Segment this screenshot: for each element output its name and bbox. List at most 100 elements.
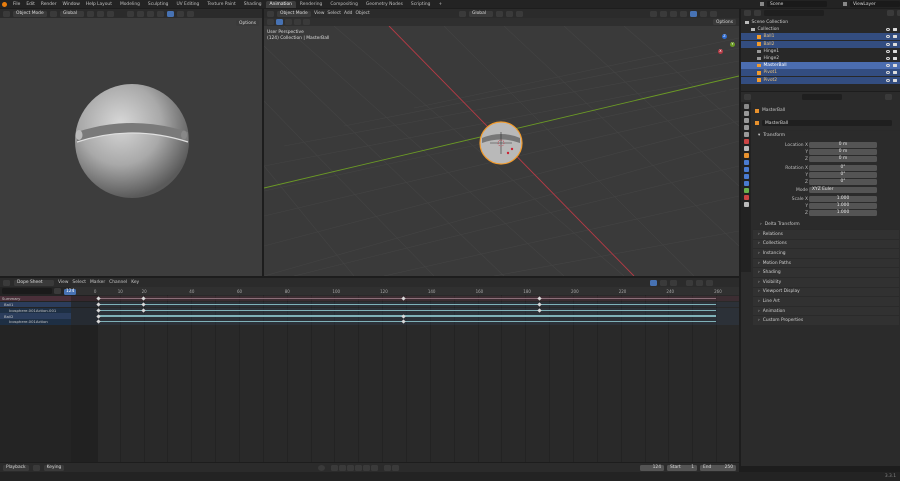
left-orientation-dropdown[interactable]: Global <box>60 10 84 17</box>
snapping-icon[interactable] <box>686 279 693 286</box>
scale-y-field[interactable]: 1.000 <box>809 203 877 209</box>
keying-menu[interactable]: Keying <box>43 464 65 471</box>
eye-icon[interactable] <box>886 71 890 75</box>
outliner-item[interactable]: Hinge2 <box>741 55 900 62</box>
tab-modeling[interactable]: Modeling <box>116 1 144 8</box>
camera-icon[interactable] <box>893 28 897 32</box>
channel-row[interactable]: Ball1 <box>0 301 71 308</box>
outliner-item[interactable]: Pivot1 <box>741 69 900 77</box>
xray-icon[interactable] <box>157 10 164 17</box>
snap-icon[interactable] <box>506 10 513 17</box>
channel-row[interactable]: Icosphere.001Action.001 <box>0 307 71 313</box>
left-mode-dropdown[interactable]: Object Mode <box>13 10 47 17</box>
properties-panel-header[interactable]: › Motion Paths <box>753 257 899 268</box>
outliner-item[interactable]: Scene Collection <box>741 19 900 26</box>
gizmo-toggle-icon[interactable] <box>660 10 667 17</box>
menu-view[interactable]: View <box>58 280 68 285</box>
camera-icon[interactable] <box>893 57 897 60</box>
overlay-toggle-icon[interactable] <box>147 10 154 17</box>
eye-icon[interactable] <box>886 49 890 53</box>
keyframe[interactable] <box>537 302 542 307</box>
visibility-icon[interactable] <box>650 10 657 17</box>
outliner-item[interactable]: Ball2 <box>741 40 900 48</box>
camera-view-icon[interactable] <box>725 90 732 96</box>
menu-object[interactable]: Object <box>355 11 369 16</box>
keyframe[interactable] <box>401 319 406 324</box>
tab-shading[interactable]: Shading <box>240 1 266 8</box>
menu-channel[interactable]: Channel <box>109 280 127 285</box>
menu-select[interactable]: Select <box>72 280 86 285</box>
properties-panel-header[interactable]: › Instancing <box>753 248 899 258</box>
rotation-x-field[interactable]: 0° <box>809 165 877 171</box>
output-tab-icon[interactable] <box>743 118 749 123</box>
tab-geometry-nodes[interactable]: Geometry Nodes <box>362 1 407 8</box>
keyframe[interactable] <box>401 296 406 301</box>
eye-icon[interactable] <box>886 57 890 60</box>
tab-scripting[interactable]: Scripting <box>407 1 435 8</box>
play-reverse-icon[interactable] <box>347 464 354 471</box>
tab-layout[interactable]: Layout <box>93 1 116 8</box>
eye-icon[interactable] <box>886 35 890 39</box>
camera-icon[interactable] <box>893 49 897 53</box>
next-keyframe-icon[interactable] <box>363 464 370 471</box>
proportional-icon[interactable] <box>696 279 703 286</box>
auto-keying-icon[interactable] <box>32 464 40 471</box>
clock-icon[interactable] <box>392 464 399 471</box>
display-mode-icon[interactable] <box>754 10 761 16</box>
filter-icon[interactable] <box>887 10 894 16</box>
location-y-field[interactable]: 0 m <box>809 149 877 155</box>
orientation-icon[interactable] <box>50 10 57 17</box>
outliner-item[interactable]: Hinge1 <box>741 48 900 55</box>
current-frame-indicator[interactable]: 124 <box>64 288 77 295</box>
channel-row[interactable]: Summary <box>0 296 71 302</box>
tab-rendering[interactable]: Rendering <box>296 1 326 8</box>
menu-select[interactable]: Select <box>327 11 341 16</box>
add-workspace-button[interactable]: + <box>434 1 446 8</box>
outliner-search-input[interactable] <box>764 10 824 16</box>
menu-key[interactable]: Key <box>131 280 139 285</box>
properties-search-input[interactable] <box>802 94 842 100</box>
play-icon[interactable] <box>355 464 362 471</box>
gizmo-z-icon[interactable]: Z <box>722 34 727 39</box>
shading-material-icon[interactable] <box>700 10 707 17</box>
rotation-z-field[interactable]: 0° <box>809 179 877 185</box>
zoom-icon[interactable] <box>725 70 732 76</box>
filter-icon[interactable] <box>54 288 61 294</box>
shading-solid-icon[interactable] <box>690 10 697 17</box>
pin-icon[interactable] <box>885 94 892 100</box>
camera-icon[interactable] <box>893 71 897 75</box>
main-viewport[interactable]: User Perspective (124) Collection | Mast… <box>264 26 739 276</box>
editor-type-icon[interactable] <box>3 10 10 17</box>
main-mode-dropdown[interactable]: Object Mode <box>277 10 311 17</box>
proportional-icon[interactable] <box>516 10 523 17</box>
menu-window[interactable]: Window <box>63 2 80 7</box>
keyframe-track[interactable] <box>71 296 739 302</box>
scale-z-field[interactable]: 1.000 <box>809 210 877 216</box>
menu-edit[interactable]: Edit <box>26 2 35 7</box>
overlay-toggle-icon[interactable] <box>670 10 677 17</box>
scene-tab-icon[interactable] <box>743 132 749 137</box>
channel-search-input[interactable] <box>2 288 52 294</box>
rotation-y-field[interactable]: 0° <box>809 172 877 178</box>
tab-uv-editing[interactable]: UV Editing <box>172 1 203 8</box>
properties-panel-header[interactable]: › Shading <box>753 267 899 277</box>
tab-texture-paint[interactable]: Texture Paint <box>203 1 239 8</box>
eye-icon[interactable] <box>886 64 890 68</box>
xray-icon[interactable] <box>680 10 687 17</box>
eye-icon[interactable] <box>886 28 890 32</box>
snap-icon[interactable] <box>97 10 104 17</box>
properties-panel-header[interactable]: › Relations <box>753 229 899 239</box>
shading-material-icon[interactable] <box>177 10 184 17</box>
location-z-field[interactable]: 0 m <box>809 156 877 162</box>
interpolation-icon[interactable] <box>706 279 713 286</box>
shading-rendered-icon[interactable] <box>187 10 194 17</box>
select-box-icon[interactable] <box>267 19 274 25</box>
main-options-button[interactable]: Options <box>713 19 736 25</box>
rotation-mode-dropdown[interactable]: XYZ Euler <box>809 187 877 193</box>
visibility-icon[interactable] <box>127 10 134 17</box>
camera-icon[interactable] <box>893 64 897 68</box>
eye-icon[interactable] <box>886 78 890 82</box>
mode-intersect-icon[interactable] <box>303 19 310 25</box>
outliner-item[interactable]: Pivot2 <box>741 76 900 84</box>
tab-compositing[interactable]: Compositing <box>326 1 362 8</box>
